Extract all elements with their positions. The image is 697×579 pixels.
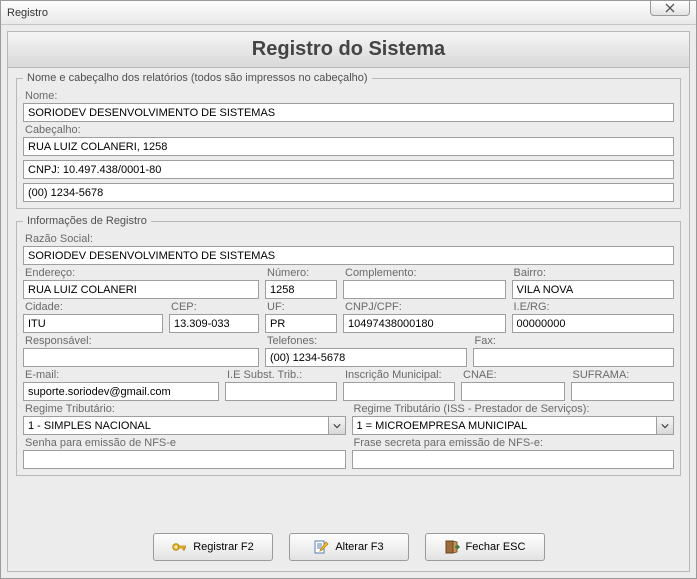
telefones-label: Telefones: (267, 335, 467, 347)
cnpj-label: CNPJ/CPF: (345, 301, 506, 313)
cidade-label: Cidade: (25, 301, 163, 313)
chevron-down-icon (661, 422, 669, 430)
nome-input[interactable] (23, 103, 674, 122)
window-registro: Registro Registro do Sistema Nome e cabe… (0, 0, 697, 579)
cep-input[interactable] (169, 314, 259, 333)
cabecalho-linha3-input[interactable] (23, 183, 674, 202)
endereco-input[interactable] (23, 280, 259, 299)
outer-panel: Registro do Sistema Nome e cabeçalho dos… (7, 31, 690, 572)
numero-input[interactable] (265, 280, 337, 299)
group-cabecalho: Nome e cabeçalho dos relatórios (todos s… (16, 72, 681, 209)
content-area: Nome e cabeçalho dos relatórios (todos s… (8, 68, 689, 525)
bairro-input[interactable] (512, 280, 675, 299)
fechar-label: Fechar ESC (466, 541, 526, 553)
cidade-input[interactable] (23, 314, 163, 333)
group-cabecalho-legend: Nome e cabeçalho dos relatórios (todos s… (23, 72, 372, 84)
endereco-label: Endereço: (25, 267, 259, 279)
cnae-input[interactable] (461, 382, 565, 401)
edit-icon (313, 539, 329, 555)
regtrib-select[interactable] (23, 416, 346, 435)
iesubst-input[interactable] (225, 382, 337, 401)
page-header: Registro do Sistema (8, 32, 689, 68)
uf-input[interactable] (265, 314, 337, 333)
fax-label: Fax: (475, 335, 675, 347)
registrar-label: Registrar F2 (193, 541, 254, 553)
frase-label: Frase secreta para emissão de NFS-e: (354, 437, 675, 449)
key-icon (171, 539, 187, 555)
numero-label: Número: (267, 267, 337, 279)
fechar-button[interactable]: Fechar ESC (425, 533, 545, 561)
group-registro-legend: Informações de Registro (23, 215, 151, 227)
window-close-button[interactable] (650, 0, 690, 16)
telefones-input[interactable] (265, 348, 467, 367)
group-registro: Informações de Registro Razão Social: En… (16, 215, 681, 476)
responsavel-label: Responsável: (25, 335, 259, 347)
nome-label: Nome: (25, 90, 674, 102)
uf-label: UF: (267, 301, 337, 313)
chevron-down-icon (333, 422, 341, 430)
titlebar: Registro (1, 1, 696, 25)
cnpj-input[interactable] (343, 314, 506, 333)
fax-input[interactable] (473, 348, 675, 367)
regtribiss-dropdown-button[interactable] (656, 417, 673, 434)
responsavel-input[interactable] (23, 348, 259, 367)
door-exit-icon (444, 539, 460, 555)
alterar-button[interactable]: Alterar F3 (289, 533, 409, 561)
close-icon (665, 3, 675, 13)
cep-label: CEP: (171, 301, 259, 313)
email-input[interactable] (23, 382, 219, 401)
complemento-label: Complemento: (345, 267, 506, 279)
inscmun-label: Inscrição Municipal: (345, 369, 455, 381)
suframa-label: SUFRAMA: (573, 369, 675, 381)
regtribiss-select[interactable] (352, 416, 675, 435)
cabecalho-linha2-input[interactable] (23, 160, 674, 179)
inscmun-input[interactable] (343, 382, 455, 401)
email-label: E-mail: (25, 369, 219, 381)
registrar-button[interactable]: Registrar F2 (153, 533, 273, 561)
complemento-input[interactable] (343, 280, 506, 299)
alterar-label: Alterar F3 (335, 541, 383, 553)
senha-input[interactable] (23, 450, 346, 469)
ie-input[interactable] (512, 314, 675, 333)
bairro-label: Bairro: (514, 267, 675, 279)
razao-input[interactable] (23, 246, 674, 265)
regtrib-label: Regime Tributário: (25, 403, 346, 415)
regtribiss-label: Regime Tributário (ISS - Prestador de Se… (354, 403, 675, 415)
cnae-label: CNAE: (463, 369, 565, 381)
window-title: Registro (7, 7, 690, 19)
button-bar: Registrar F2 Alterar F3 Fechar ESC (8, 525, 689, 571)
iesubst-label: I.E Subst. Trib.: (227, 369, 337, 381)
page-title: Registro do Sistema (8, 38, 689, 61)
ie-label: I.E/RG: (514, 301, 675, 313)
razao-label: Razão Social: (25, 233, 674, 245)
senha-label: Senha para emissão de NFS-e (25, 437, 346, 449)
regtrib-dropdown-button[interactable] (328, 417, 345, 434)
suframa-input[interactable] (571, 382, 675, 401)
cabecalho-linha1-input[interactable] (23, 137, 674, 156)
frase-input[interactable] (352, 450, 675, 469)
cabecalho-label: Cabeçalho: (25, 124, 674, 136)
